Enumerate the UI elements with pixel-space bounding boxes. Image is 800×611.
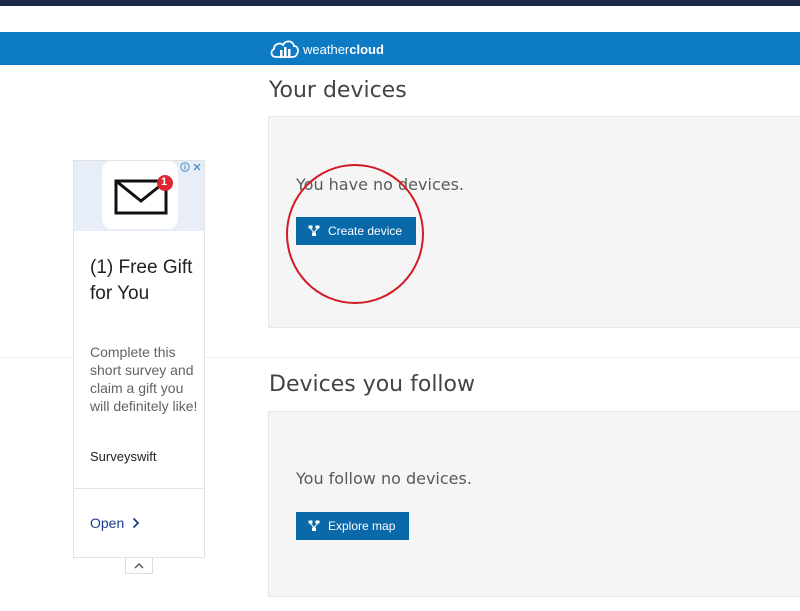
ad-separator [74, 488, 204, 489]
device-icon [308, 225, 320, 236]
ad-panel[interactable]: 1 (1) Free Gift for You Complete this sh… [73, 160, 205, 558]
ad-advertiser: Surveyswift [90, 449, 157, 464]
ad-title[interactable]: (1) Free Gift for You [90, 255, 200, 307]
ad-open-link[interactable]: Open [90, 515, 140, 531]
create-device-label: Create device [328, 224, 403, 238]
close-icon[interactable] [192, 162, 202, 172]
brand-bold: cloud [349, 41, 384, 57]
notification-badge-count: 1 [161, 176, 168, 188]
no-devices-message: You have no devices. [296, 175, 464, 194]
devices-you-follow-panel [268, 411, 800, 597]
site-header [0, 32, 800, 65]
explore-map-button[interactable]: Explore map [296, 512, 410, 540]
ad-body: Complete this short survey and claim a g… [90, 344, 198, 414]
no-followed-devices-message: You follow no devices. [296, 469, 472, 488]
top-bar [0, 0, 800, 6]
ad-image-card: 1 [102, 161, 178, 229]
devices-you-follow-title: Devices you follow [269, 372, 475, 397]
weathercloud-logo-icon [270, 40, 299, 58]
create-device-button[interactable]: Create device [296, 217, 417, 245]
site-logo[interactable]: weathercloud [268, 36, 384, 62]
device-icon [308, 520, 320, 531]
chevron-up-icon [134, 563, 144, 569]
ad-controls [180, 162, 202, 172]
ad-collapse-tab[interactable] [125, 558, 153, 574]
mail-icon [114, 175, 173, 215]
ad-open-label: Open [90, 515, 125, 531]
brand-light: weather [303, 41, 350, 57]
your-devices-title: Your devices [269, 78, 407, 103]
ad-image[interactable]: 1 [74, 161, 204, 231]
adchoices-icon[interactable] [180, 162, 190, 172]
chevron-right-icon [133, 517, 140, 529]
explore-map-label: Explore map [328, 519, 396, 533]
